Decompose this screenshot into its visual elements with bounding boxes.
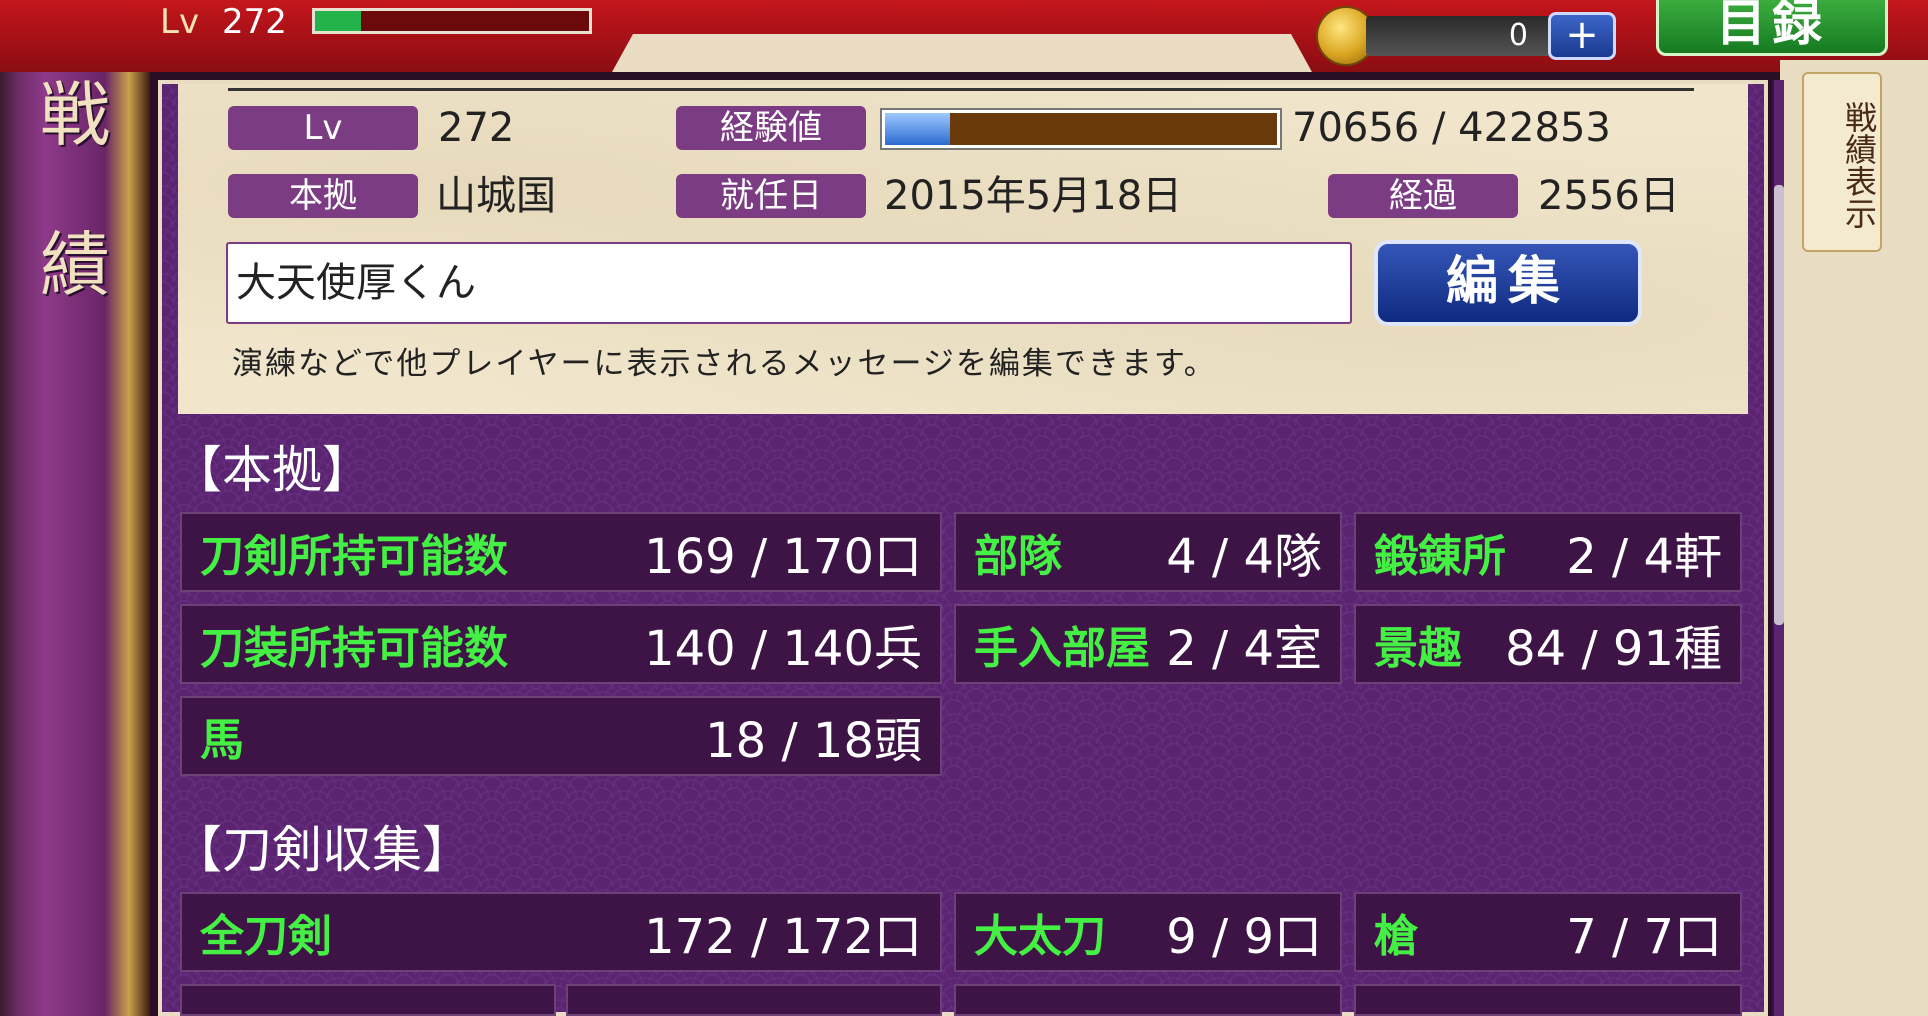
stat-label: 馬 xyxy=(200,715,244,766)
stat-value: 18 / 18頭 xyxy=(705,713,922,769)
message-note: 演練などで他プレイヤーに表示されるメッセージを編集できます。 xyxy=(232,346,1217,382)
exp-bar xyxy=(882,110,1280,148)
exp-value: 70656 / 422853 xyxy=(1292,105,1611,151)
stat-label: 部隊 xyxy=(974,531,1062,582)
stat-value: 169 / 170口 xyxy=(644,529,922,585)
stat-value: 2 / 4室 xyxy=(1166,621,1322,677)
stat-cell: 鍛錬所 2 / 4軒 xyxy=(1354,512,1742,592)
exp-label: 経験値 xyxy=(676,106,866,150)
stat-label: 刀剣所持可能数 xyxy=(200,531,508,582)
stat-value: 2 / 4軒 xyxy=(1566,529,1722,585)
record-display-tab[interactable]: 戦績表示 xyxy=(1802,72,1882,252)
scrollbar-thumb[interactable] xyxy=(1774,185,1784,625)
stat-label: 槍 xyxy=(1374,911,1418,962)
stat-cell xyxy=(954,984,1342,1016)
stat-cell: 大太刀 9 / 9口 xyxy=(954,892,1342,972)
base-value: 山城国 xyxy=(436,173,556,219)
sidebar-title: 戦績 xyxy=(40,74,110,306)
stat-cell xyxy=(1354,984,1742,1016)
profile-divider xyxy=(228,88,1694,91)
stat-value: 84 / 91種 xyxy=(1505,621,1722,677)
stat-value: 4 / 4隊 xyxy=(1166,529,1322,585)
stat-label: 大太刀 xyxy=(974,911,1106,962)
stat-value: 7 / 7口 xyxy=(1566,909,1722,965)
stat-label: 刀装所持可能数 xyxy=(200,623,508,674)
stat-cell: 刀装所持可能数 140 / 140兵 xyxy=(180,604,942,684)
stat-label: 手入部屋 xyxy=(974,623,1150,674)
stat-label: 鍛錬所 xyxy=(1374,531,1506,582)
edit-message-button[interactable]: 編集 xyxy=(1374,240,1642,326)
coin-area: 0 + xyxy=(1318,8,1618,64)
exp-bar-fill xyxy=(885,113,951,145)
start-date-label: 就任日 xyxy=(676,174,866,218)
stat-cell: 部隊 4 / 4隊 xyxy=(954,512,1342,592)
mokuroku-button[interactable]: 目録 xyxy=(1656,0,1888,56)
stat-value: 172 / 172口 xyxy=(644,909,922,965)
stat-cell: 馬 18 / 18頭 xyxy=(180,696,942,776)
left-sidebar: 戦績 xyxy=(0,0,150,1016)
stat-label: 全刀剣 xyxy=(200,911,332,962)
stat-value: 140 / 140兵 xyxy=(644,621,922,677)
stat-cell: 刀剣所持可能数 169 / 170口 xyxy=(180,512,942,592)
stat-cell: 手入部屋 2 / 4室 xyxy=(954,604,1342,684)
stat-cell: 景趣 84 / 91種 xyxy=(1354,604,1742,684)
stat-cell xyxy=(180,984,556,1016)
add-coin-button[interactable]: + xyxy=(1548,12,1616,60)
top-exp-bar xyxy=(312,8,592,34)
elapsed-value: 2556日 xyxy=(1538,173,1680,219)
message-input[interactable]: 大天使厚くん xyxy=(226,242,1352,324)
base-label: 本拠 xyxy=(228,174,418,218)
level-label: Lv xyxy=(228,106,418,150)
top-level-label: Lv xyxy=(160,2,200,42)
base-section-title: 【本拠】 xyxy=(172,441,372,499)
stat-cell xyxy=(566,984,942,1016)
top-bar: Lv 272 0 + 目録 xyxy=(0,0,1928,72)
collection-section-title: 【刀剣収集】 xyxy=(172,821,472,879)
elapsed-label: 経過 xyxy=(1328,174,1518,218)
start-date-value: 2015年5月18日 xyxy=(884,173,1183,219)
stat-value: 9 / 9口 xyxy=(1166,909,1322,965)
top-tab-decoration xyxy=(612,34,1312,72)
coin-count: 0 xyxy=(1366,16,1556,56)
stat-cell: 全刀剣 172 / 172口 xyxy=(180,892,942,972)
level-value: 272 xyxy=(438,105,515,151)
top-level-value: 272 xyxy=(222,2,287,42)
stat-label: 景趣 xyxy=(1374,623,1462,674)
stat-cell: 槍 7 / 7口 xyxy=(1354,892,1742,972)
top-exp-bar-fill xyxy=(315,11,361,31)
